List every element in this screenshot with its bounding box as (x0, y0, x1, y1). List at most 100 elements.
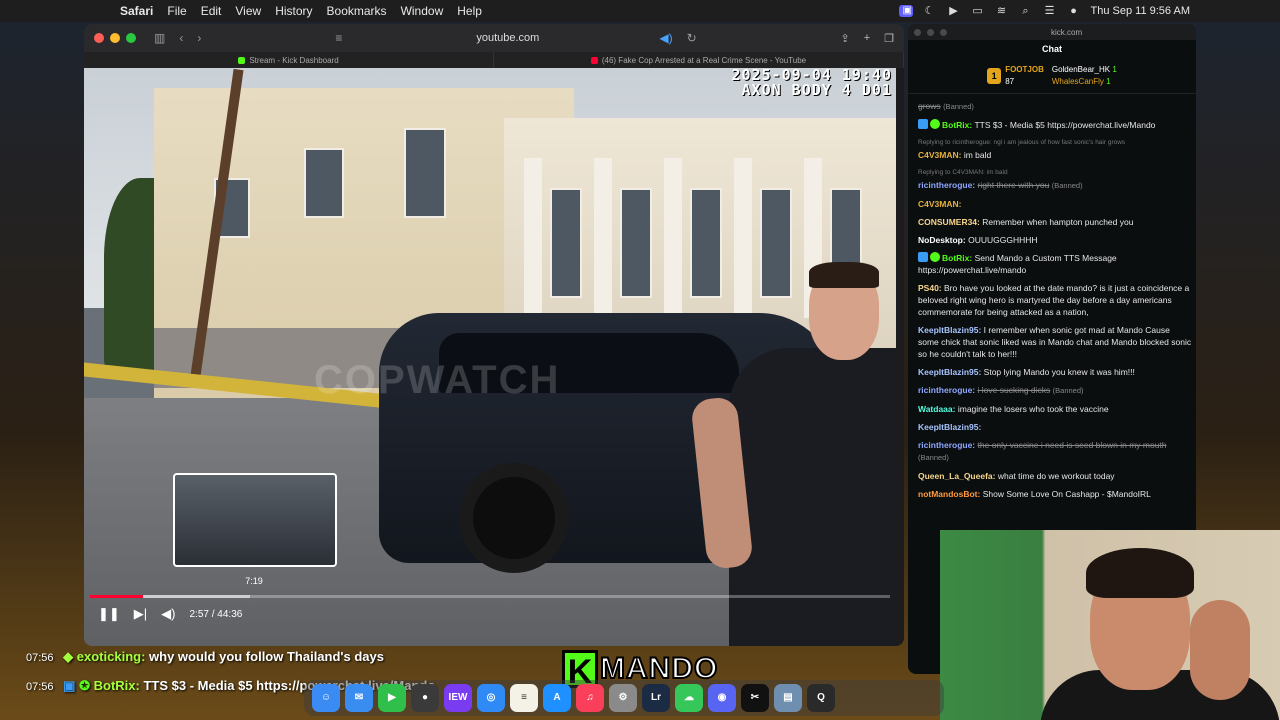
tab-overview-icon[interactable]: ❐ (884, 32, 894, 45)
control-center-icon[interactable]: ☰ (1043, 5, 1057, 17)
kick-address[interactable]: kick.com (1051, 28, 1082, 37)
zoom-window-button[interactable] (940, 28, 947, 36)
next-video-icon[interactable]: ▶| (134, 606, 147, 622)
chat-username[interactable]: ricintherogue: (918, 180, 975, 190)
iew-icon[interactable]: IEW (444, 684, 472, 712)
safari-icon[interactable]: ◎ (477, 684, 505, 712)
chat-message[interactable]: Queen_La_Queefa: what time do we workout… (918, 470, 1192, 482)
tab-kick-dashboard[interactable]: Stream - Kick Dashboard (84, 52, 494, 68)
chat-text: imagine the losers who took the vaccine (957, 404, 1109, 414)
obs-icon[interactable]: ● (411, 684, 439, 712)
chat-username[interactable]: notMandosBot: (918, 489, 980, 499)
chat-username[interactable]: KeepItBlazin95: (918, 422, 981, 432)
chat-message[interactable]: Replying to ricintherogue: ngl i am jeal… (918, 137, 1192, 161)
close-window-button[interactable] (914, 28, 921, 36)
leaderboard-second[interactable]: GoldenBear_HK 1 (1052, 65, 1117, 74)
chat-message[interactable]: KeepItBlazin95: Stop lying Mando you kne… (918, 366, 1192, 378)
chat-message[interactable]: KeepItBlazin95: I remember when sonic go… (918, 324, 1192, 360)
zoom-window-button[interactable] (126, 33, 136, 43)
chat-username[interactable]: NoDesktop: (918, 235, 966, 245)
pause-icon[interactable]: ❚❚ (98, 606, 120, 622)
chat-message[interactable]: Replying to C4V3MAN: im bald ricintherogu… (918, 167, 1192, 192)
reply-context[interactable]: Replying to ricintherogue: ngl i am jeal… (918, 137, 1192, 149)
messages-icon[interactable]: ☁ (675, 684, 703, 712)
user-avatar-icon[interactable]: ● (1067, 5, 1081, 17)
chat-username[interactable]: Queen_La_Queefa: (918, 471, 995, 481)
chat-username[interactable]: PS40: (918, 283, 942, 293)
back-arrow-icon[interactable]: ‹ (179, 31, 183, 45)
quicktime-icon[interactable]: Q (807, 684, 835, 712)
leaderboard-top[interactable]: 1 FOOTJOB 87 (987, 65, 1044, 86)
notes-icon[interactable]: ≡ (510, 684, 538, 712)
wifi-icon[interactable]: ≋ (995, 5, 1009, 17)
verified-badge-icon: ✪ (79, 678, 90, 693)
menu-app-name[interactable]: Safari (120, 4, 153, 18)
chat-message[interactable]: ricintherogue: i love sucking dicks (Ban… (918, 384, 1192, 397)
settings-icon[interactable]: ⚙ (609, 684, 637, 712)
reload-icon[interactable]: ↻ (687, 31, 697, 45)
discord-icon[interactable]: ◉ (708, 684, 736, 712)
facetime-icon[interactable]: ▶ (378, 684, 406, 712)
chat-message-list[interactable]: grows (Banned) BotRix: TTS $3 - Media $5 … (918, 100, 1192, 506)
chat-username[interactable]: C4V3MAN: (918, 150, 961, 160)
menu-edit[interactable]: Edit (201, 4, 222, 18)
video-progress-bar[interactable] (90, 595, 890, 598)
capcut-icon[interactable]: ✂ (741, 684, 769, 712)
page-settings-icon[interactable]: ≡ (335, 31, 342, 45)
minimize-window-button[interactable] (927, 28, 934, 36)
tab-title: (46) Fake Cop Arrested at a Real Crime S… (601, 55, 807, 65)
chat-username[interactable]: C4V3MAN: (918, 199, 961, 209)
reply-context[interactable]: Replying to C4V3MAN: im bald (918, 167, 1192, 179)
menu-help[interactable]: Help (457, 4, 482, 18)
chat-message[interactable]: KeepItBlazin95: (918, 421, 1192, 433)
preview-icon[interactable]: ▤ (774, 684, 802, 712)
chat-username[interactable]: Watdaaa: (918, 404, 955, 414)
mail-icon[interactable]: ✉ (345, 684, 373, 712)
forward-arrow-icon[interactable]: › (197, 31, 201, 45)
chat-username[interactable]: KeepItBlazin95: (918, 325, 981, 335)
chat-username[interactable]: ricintherogue: (918, 385, 975, 395)
new-tab-icon[interactable]: + (864, 32, 870, 45)
menu-view[interactable]: View (235, 4, 261, 18)
minimize-window-button[interactable] (110, 33, 120, 43)
address-bar[interactable]: youtube.com (476, 32, 539, 44)
music-icon[interactable]: ♫ (576, 684, 604, 712)
close-window-button[interactable] (94, 33, 104, 43)
play-status-icon[interactable]: ▶ (947, 5, 961, 17)
chat-message[interactable]: C4V3MAN: (918, 198, 1192, 210)
chat-message[interactable]: notMandosBot: Show Some Love On Cashapp … (918, 488, 1192, 500)
chat-message[interactable]: PS40: Bro have you looked at the date ma… (918, 282, 1192, 318)
focus-moon-icon[interactable]: ☾ (923, 5, 937, 17)
audio-playing-icon[interactable]: ◀) (659, 31, 672, 45)
chat-leaderboard: 1 FOOTJOB 87 GoldenBear_HK 1 WhalesCanFl… (908, 58, 1196, 94)
chat-message[interactable]: BotRix: TTS $3 - Media $5 https://powerc… (918, 119, 1192, 131)
menu-history[interactable]: History (275, 4, 312, 18)
chat-message[interactable]: BotRix: Send Mando a Custom TTS Message … (918, 252, 1192, 276)
app-store-icon[interactable]: A (543, 684, 571, 712)
volume-icon[interactable]: ◀) (161, 606, 175, 622)
battery-icon[interactable]: ▭ (971, 5, 985, 17)
chat-message[interactable]: CONSUMER34: Remember when hampton punche… (918, 216, 1192, 228)
finder-icon[interactable]: ☺ (312, 684, 340, 712)
menu-window[interactable]: Window (401, 4, 444, 18)
chat-username[interactable]: BotRix: (942, 120, 972, 130)
chat-message[interactable]: Watdaaa: imagine the losers who took the… (918, 403, 1192, 415)
chat-username[interactable]: KeepItBlazin95: (918, 367, 981, 377)
lightroom-icon[interactable]: Lr (642, 684, 670, 712)
menu-bookmarks[interactable]: Bookmarks (327, 4, 387, 18)
menubar-clock[interactable]: Thu Sep 11 9:56 AM (1091, 5, 1190, 17)
chat-username[interactable]: CONSUMER34: (918, 217, 980, 227)
tab-youtube-video[interactable]: (46) Fake Cop Arrested at a Real Crime S… (494, 52, 904, 68)
chat-username[interactable]: ricintherogue: (918, 440, 975, 450)
screen-share-icon[interactable]: ▣ (898, 5, 913, 17)
menu-file[interactable]: File (167, 4, 186, 18)
chat-message[interactable]: grows (Banned) (918, 100, 1192, 113)
share-icon[interactable]: ⇪ (840, 32, 849, 45)
spotlight-search-icon[interactable]: ⌕ (1019, 5, 1033, 17)
chat-message[interactable]: NoDesktop: OUUUGGGHHHH (918, 234, 1192, 246)
youtube-video-player[interactable]: 2025-09-04 19:40 AXON BODY 4 D01 COPWATC… (84, 68, 896, 646)
chat-username[interactable]: BotRix: (942, 253, 972, 263)
leaderboard-third[interactable]: WhalesCanFly 1 (1052, 77, 1117, 86)
sidebar-toggle-icon[interactable]: ▥ (154, 31, 165, 45)
chat-message[interactable]: ricintherogue: the only vaccine i need i… (918, 439, 1192, 464)
